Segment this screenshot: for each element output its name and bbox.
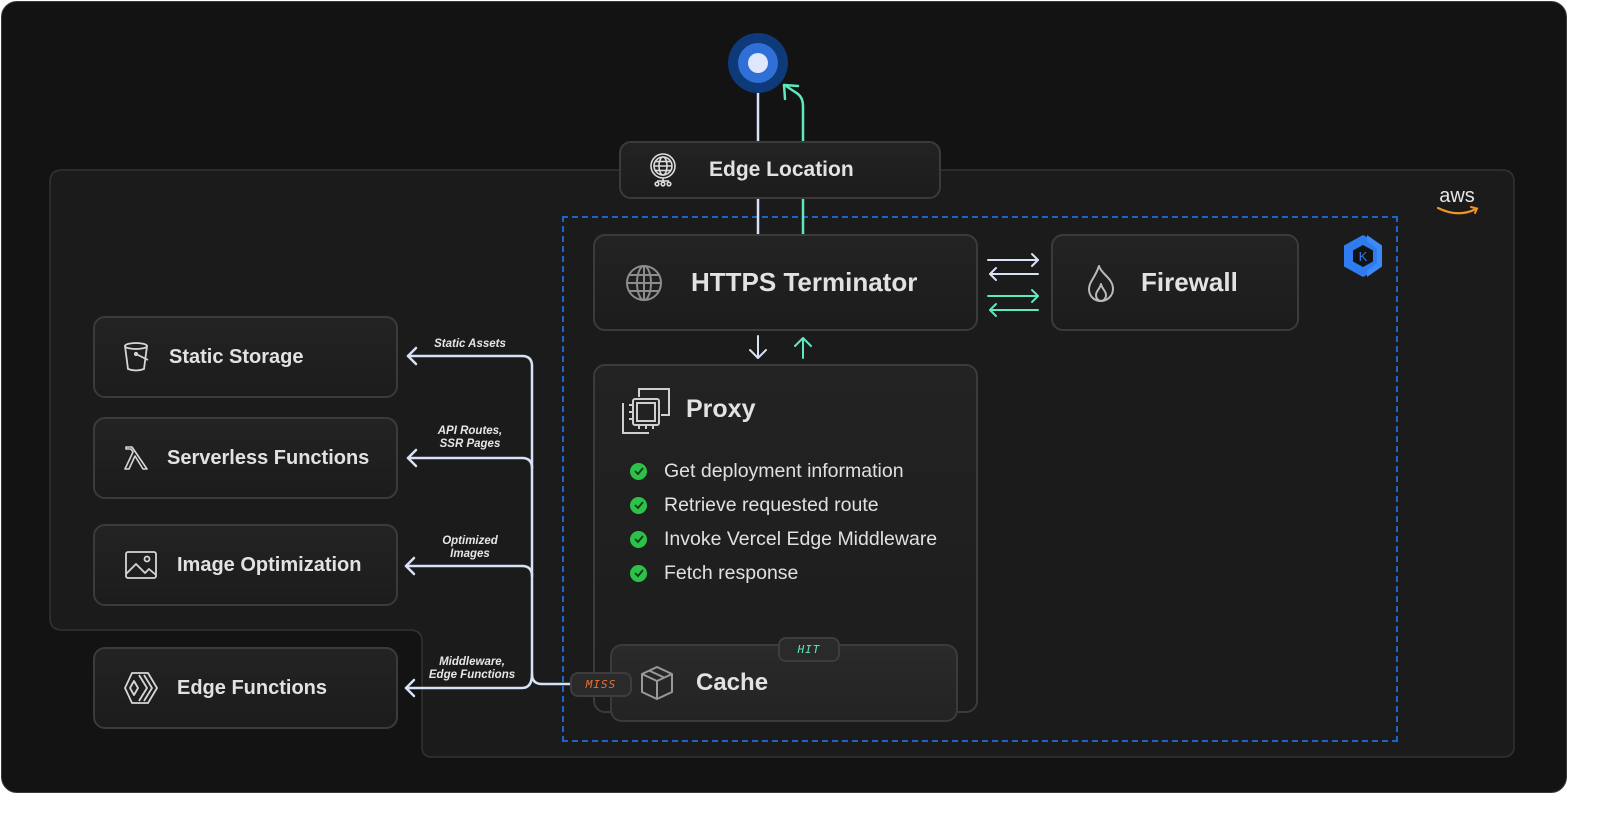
lambda-icon (123, 445, 149, 471)
static-storage-node[interactable]: Static Storage (93, 316, 398, 398)
client-origin-dot (728, 33, 788, 93)
box-icon (640, 665, 674, 701)
https-terminator-node[interactable]: HTTPS Terminator (593, 234, 978, 331)
proxy-step-text: Get deployment information (664, 459, 904, 482)
proxy-step: Retrieve requested route (628, 488, 937, 522)
edge-location-node[interactable]: Edge Location (619, 141, 941, 199)
image-icon (125, 551, 157, 579)
static-storage-label: Static Storage (169, 345, 304, 368)
proxy-step: Invoke Vercel Edge Middleware (628, 522, 937, 556)
terminator-firewall-request-arrows (987, 253, 1039, 281)
check-circle-icon (630, 462, 647, 480)
globe-icon (625, 264, 663, 302)
chip-icon (621, 385, 673, 437)
bucket-icon (123, 342, 151, 372)
edge-label-optimized-images: Optimized Images (422, 535, 518, 561)
diagram-canvas: aws K Edge Location HTTPS Terminator Fir… (1, 1, 1567, 793)
serverless-functions-label: Serverless Functions (167, 446, 370, 469)
edge-label-static-assets: Static Assets (422, 338, 518, 351)
https-terminator-label: HTTPS Terminator (691, 267, 918, 297)
cache-label: Cache (696, 669, 769, 696)
cache-hit-badge: HIT (778, 637, 840, 662)
serverless-functions-node[interactable]: Serverless Functions (93, 417, 398, 499)
edge-label-line: Optimized (442, 535, 498, 547)
edge-functions-icon (123, 671, 159, 705)
check-circle-icon (630, 496, 647, 514)
proxy-step-text: Retrieve requested route (664, 493, 879, 516)
firewall-node[interactable]: Firewall (1051, 234, 1299, 331)
edge-label-middleware: Middleware, Edge Functions (422, 656, 522, 682)
edge-functions-label: Edge Functions (177, 676, 327, 699)
edge-label-line: Static Assets (434, 338, 506, 350)
flame-icon (1087, 264, 1115, 302)
proxy-label: Proxy (686, 395, 756, 423)
globe-network-icon (647, 153, 679, 187)
edge-label-line: Edge Functions (428, 669, 516, 681)
edge-label-line: API Routes, (437, 425, 503, 437)
edge-functions-node[interactable]: Edge Functions (93, 647, 398, 729)
terminator-proxy-down-arrow (749, 335, 767, 359)
image-optimization-label: Image Optimization (177, 553, 362, 576)
check-circle-icon (630, 564, 647, 582)
proxy-step: Get deployment information (628, 454, 937, 488)
edge-label-line: SSR Pages (439, 438, 501, 450)
firewall-label: Firewall (1141, 267, 1238, 297)
proxy-step-text: Invoke Vercel Edge Middleware (664, 527, 938, 550)
proxy-step-text: Fetch response (664, 561, 799, 584)
proxy-step: Fetch response (628, 556, 937, 590)
proxy-terminator-up-arrow (794, 337, 812, 359)
terminator-firewall-response-arrows (987, 289, 1039, 317)
edge-label-line: Images (450, 548, 490, 560)
edge-location-label: Edge Location (709, 158, 854, 181)
cache-miss-badge: MISS (570, 672, 632, 697)
image-optimization-node[interactable]: Image Optimization (93, 524, 398, 606)
miss-routing-lines (404, 346, 576, 698)
check-circle-icon (630, 530, 647, 548)
edge-label-api-routes: API Routes, SSR Pages (422, 425, 518, 451)
edge-label-line: Middleware, (439, 656, 505, 668)
proxy-steps-list: Get deployment information Retrieve requ… (628, 454, 937, 590)
